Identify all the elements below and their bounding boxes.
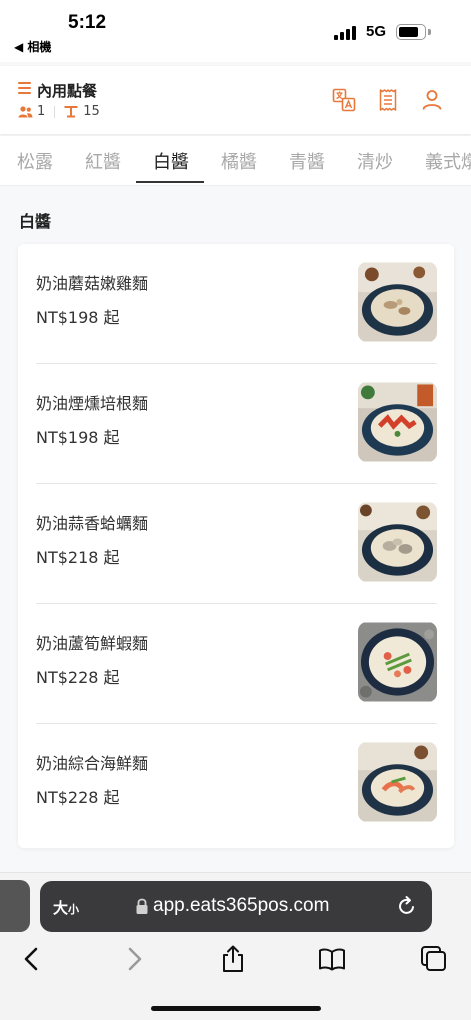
table-number: 15: [83, 104, 100, 119]
item-name: 奶油蘑菇嫩雞麵: [36, 274, 149, 293]
url-text: app.eats365pos.com: [153, 895, 330, 916]
active-tab-indicator: [136, 181, 204, 183]
menu-item[interactable]: 奶油蘆筍鮮蝦麵 NT$228 起: [36, 604, 437, 724]
previous-tab-peek[interactable]: [0, 880, 30, 932]
dish-photo: [358, 382, 437, 462]
receipt-icon[interactable]: [376, 88, 400, 112]
dish-photo: [358, 622, 437, 702]
tab-risotto[interactable]: 義式燉: [425, 148, 471, 174]
tab-tomato[interactable]: 紅醬: [85, 148, 121, 174]
item-price: NT$228 起: [36, 788, 120, 807]
dish-photo: [358, 262, 437, 342]
battery-tip: [428, 29, 431, 35]
page-title: 內用點餐: [37, 82, 98, 100]
status-bar: 5:12 ◀ 相機 5G: [0, 0, 471, 62]
meta-divider: [54, 105, 56, 118]
table-icon: [64, 106, 78, 118]
reload-icon[interactable]: [396, 895, 418, 917]
status-time: 5:12: [68, 12, 107, 33]
dish-photo: [358, 502, 437, 582]
tab-aglio[interactable]: 清炒: [357, 148, 393, 174]
network-label: 5G: [366, 23, 387, 40]
guests-icon: [18, 105, 33, 117]
tabs-icon[interactable]: [420, 945, 448, 973]
dish-photo: [358, 742, 437, 822]
back-to-camera-link[interactable]: ◀ 相機: [14, 38, 51, 55]
text-size-button[interactable]: 大小: [53, 897, 79, 918]
signal-icon: [334, 26, 358, 40]
tab-rose[interactable]: 橘醬: [221, 148, 257, 174]
bookmarks-icon[interactable]: [318, 945, 346, 973]
item-price: NT$198 起: [36, 308, 120, 327]
tab-pesto[interactable]: 青醬: [289, 148, 325, 174]
share-icon[interactable]: [219, 945, 247, 973]
translate-icon[interactable]: [332, 88, 356, 112]
menu-icon[interactable]: [18, 82, 31, 94]
app-header: 內用點餐 1 15: [0, 66, 471, 134]
tab-cream[interactable]: 白醬: [153, 148, 189, 174]
lock-icon: [136, 898, 148, 914]
address-bar[interactable]: 大小 app.eats365pos.com: [40, 881, 432, 932]
item-name: 奶油蒜香蛤蠣麵: [36, 514, 149, 533]
category-tabs: 松露 紅醬 白醬 橘醬 青醬 清炒 義式燉: [0, 136, 471, 186]
user-icon[interactable]: [420, 88, 444, 112]
menu-item[interactable]: 奶油蒜香蛤蠣麵 NT$218 起: [36, 484, 437, 604]
menu-item[interactable]: 奶油蘑菇嫩雞麵 NT$198 起: [36, 244, 437, 364]
item-name: 奶油煙燻培根麵: [36, 394, 149, 413]
tab-truffle[interactable]: 松露: [17, 148, 53, 174]
home-indicator: [151, 1006, 321, 1011]
guest-count: 1: [37, 104, 46, 119]
forward-icon[interactable]: [120, 945, 148, 973]
menu-item-list: 奶油蘑菇嫩雞麵 NT$198 起 奶油煙燻培根麵 NT$198 起 奶油蒜香蛤蠣…: [18, 244, 454, 848]
order-meta: 1 15: [18, 104, 100, 119]
item-price: NT$198 起: [36, 428, 120, 447]
back-icon[interactable]: [18, 945, 46, 973]
menu-item[interactable]: 奶油綜合海鮮麵 NT$228 起: [36, 724, 437, 844]
menu-item[interactable]: 奶油煙燻培根麵 NT$198 起: [36, 364, 437, 484]
item-price: NT$228 起: [36, 668, 120, 687]
item-name: 奶油蘆筍鮮蝦麵: [36, 634, 149, 653]
battery-icon: [396, 24, 426, 40]
section-title: 白醬: [19, 212, 52, 231]
item-name: 奶油綜合海鮮麵: [36, 754, 149, 773]
item-price: NT$218 起: [36, 548, 120, 567]
